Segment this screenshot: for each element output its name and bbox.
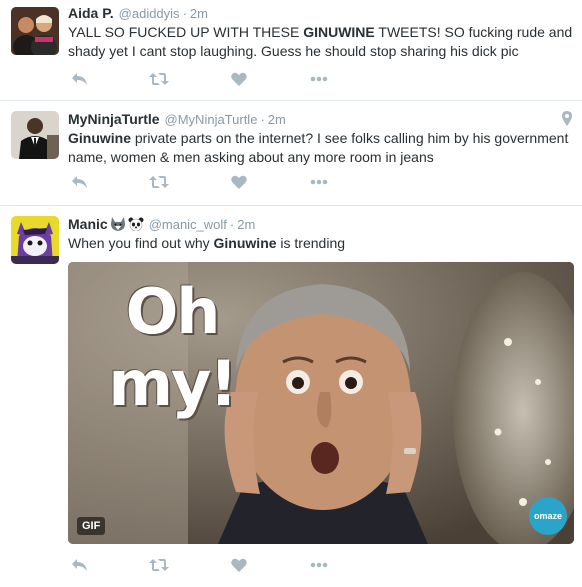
heart-icon[interactable]	[228, 555, 250, 575]
tweet-actions	[68, 69, 368, 89]
avatar[interactable]	[11, 111, 59, 159]
highlighted-keyword: Ginuwine	[213, 235, 277, 251]
separator: ·	[229, 217, 235, 232]
tweet-header: MyNinjaTurtle @MyNinjaTurtle · 2m	[68, 110, 286, 129]
omaze-watermark: omaze	[529, 497, 567, 535]
retweet-icon[interactable]	[148, 69, 170, 89]
tweet-text: Ginuwine private parts on the internet? …	[68, 129, 578, 167]
separator: ·	[260, 112, 265, 127]
tweet-text-part: YALL SO FUCKED UP WITH THESE	[68, 24, 304, 40]
location-pin-icon[interactable]	[562, 111, 572, 131]
more-dots-icon[interactable]	[308, 172, 330, 192]
caption-line: Oh	[125, 275, 221, 348]
timestamp[interactable]: 2m	[190, 6, 208, 21]
tweet[interactable]: MyNinjaTurtle @MyNinjaTurtle · 2m Ginuwine …	[0, 101, 582, 206]
timestamp[interactable]: 2m	[237, 217, 255, 232]
tweet-actions	[68, 172, 368, 192]
tweet[interactable]: Manic @manic_wolf · 2m When you find out wh…	[0, 206, 582, 587]
tweet-actions	[68, 555, 368, 575]
tweet-header: Aida P. @adiddyis · 2m	[68, 4, 208, 23]
username[interactable]: @MyNinjaTurtle	[165, 112, 258, 127]
gif-badge: GIF	[77, 517, 106, 535]
username[interactable]: @adiddyis	[119, 6, 180, 21]
gif-media[interactable]: Oh my! GIF omaze	[68, 262, 574, 544]
panda-emoji-icon	[128, 217, 144, 232]
tweet-text: YALL SO FUCKED UP WITH THESE GINUWINE TW…	[68, 23, 578, 61]
tweet-text: When you find out why Ginuwine is trendi…	[68, 234, 578, 253]
tweet-text-part: private parts on the internet? I see fol…	[68, 130, 569, 165]
tweet-header: Manic @manic_wolf · 2m	[68, 215, 255, 234]
caption-line: my!	[108, 347, 237, 420]
highlighted-keyword: GINUWINE	[303, 24, 375, 40]
fullname[interactable]: Aida P.	[68, 5, 114, 21]
reply-icon[interactable]	[68, 555, 90, 575]
avatar[interactable]	[11, 7, 59, 55]
retweet-icon[interactable]	[148, 172, 170, 192]
more-dots-icon[interactable]	[308, 69, 330, 89]
reply-icon[interactable]	[68, 172, 90, 192]
heart-icon[interactable]	[228, 172, 250, 192]
more-dots-icon[interactable]	[308, 555, 330, 575]
heart-icon[interactable]	[228, 69, 250, 89]
retweet-icon[interactable]	[148, 555, 170, 575]
fullname[interactable]: Manic	[68, 216, 108, 232]
tweet[interactable]: Aida P. @adiddyis · 2m YALL SO FUCKED UP WI…	[0, 0, 582, 101]
username[interactable]: @manic_wolf	[149, 217, 227, 232]
gif-caption: Oh my!	[92, 276, 252, 420]
tweet-text-part: is trending	[276, 235, 346, 251]
reply-icon[interactable]	[68, 69, 90, 89]
fullname[interactable]: MyNinjaTurtle	[68, 111, 160, 127]
highlighted-keyword: Ginuwine	[68, 130, 131, 146]
avatar[interactable]	[11, 216, 59, 264]
separator: ·	[182, 6, 187, 21]
timestamp[interactable]: 2m	[268, 112, 286, 127]
wolf-emoji-icon	[110, 217, 126, 231]
tweet-text-part: When you find out why	[68, 235, 214, 251]
